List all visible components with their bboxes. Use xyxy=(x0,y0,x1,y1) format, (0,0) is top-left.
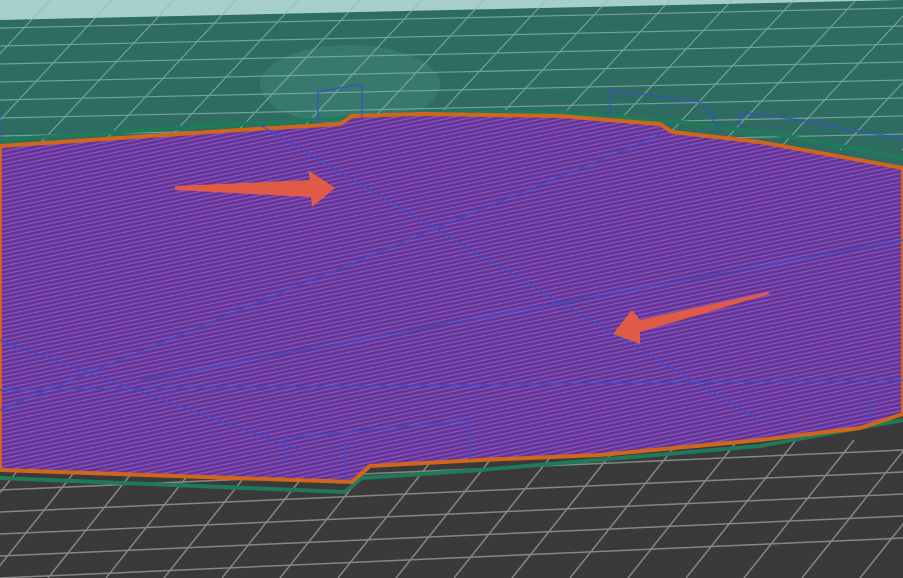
infill-layer xyxy=(0,111,903,485)
3d-preview-viewport[interactable] xyxy=(0,0,903,578)
gcode-scene[interactable] xyxy=(0,0,903,578)
